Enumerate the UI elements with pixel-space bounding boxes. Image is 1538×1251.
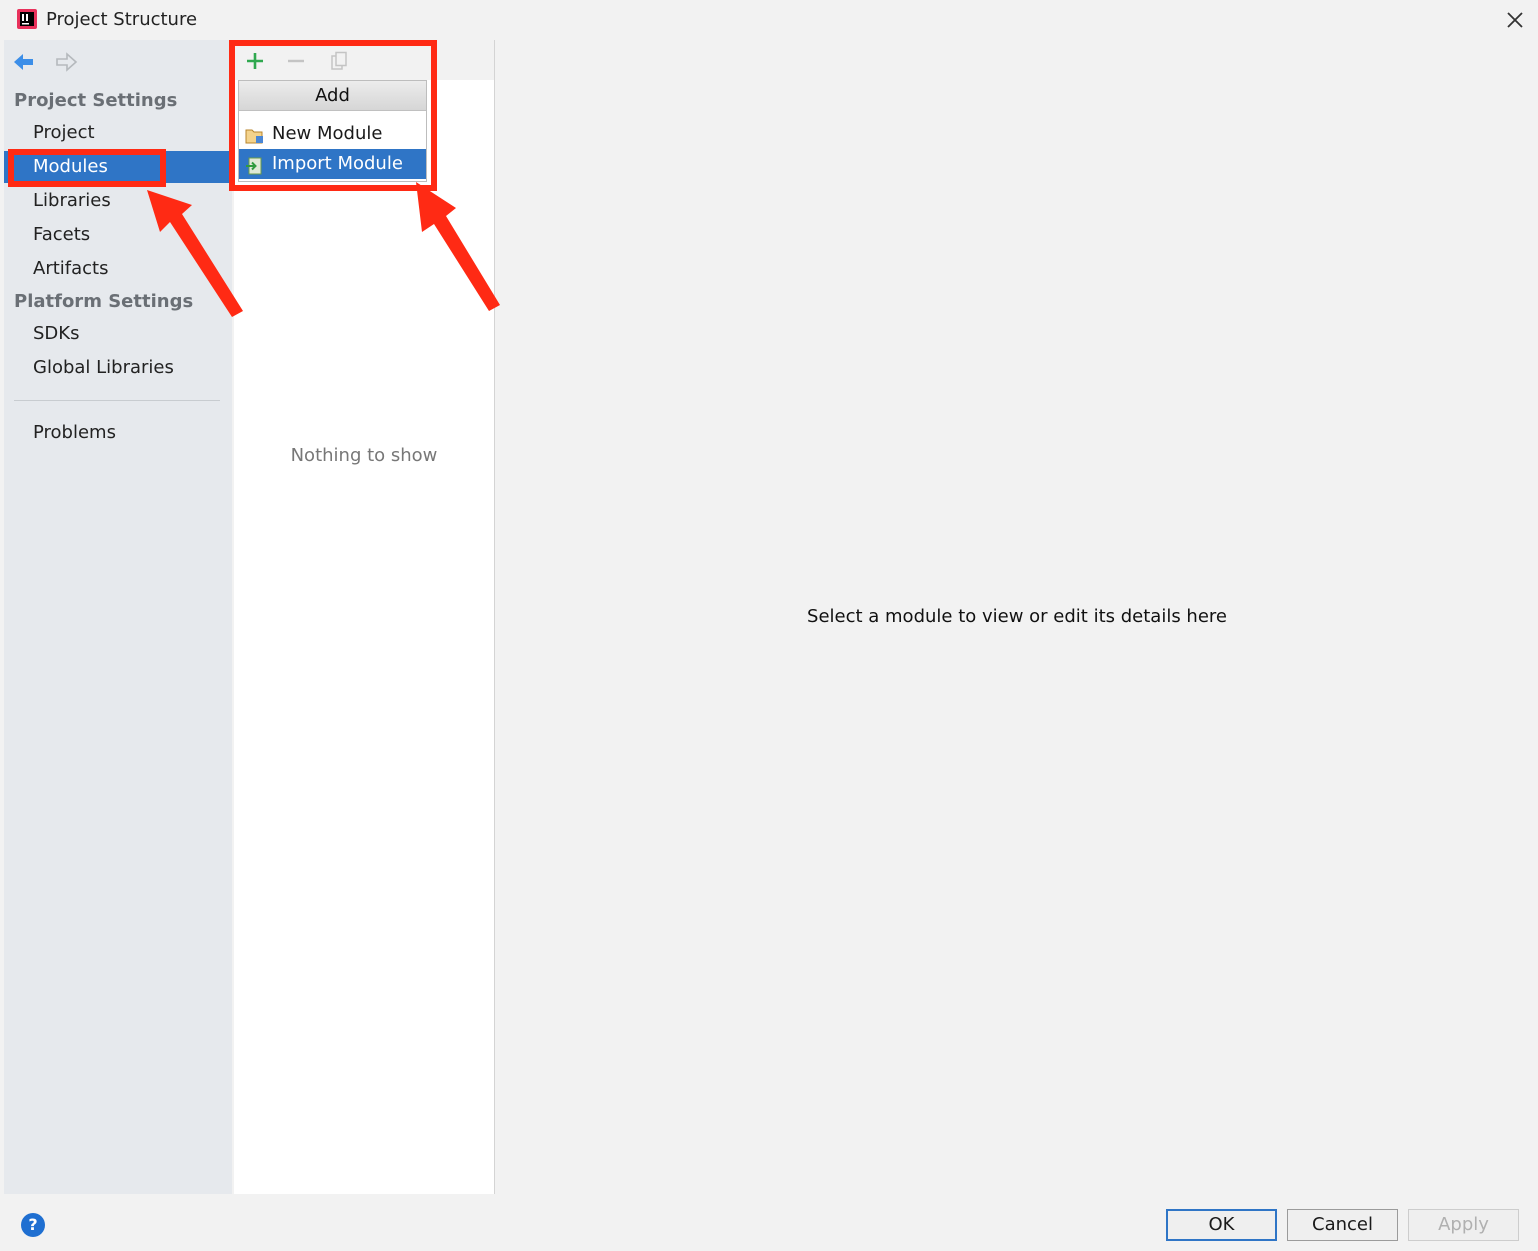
module-list [234, 80, 494, 1194]
forward-arrow-icon[interactable] [54, 52, 78, 72]
sidebar-item-libraries[interactable]: Libraries [4, 185, 232, 217]
sidebar-item-label: Facets [33, 224, 91, 245]
sidebar-item-problems[interactable]: Problems [4, 417, 232, 449]
sidebar-separator [14, 400, 220, 401]
add-popup-menu: Add New Module Import Module [238, 80, 427, 182]
section-header-project-settings: Project Settings [14, 90, 178, 111]
sidebar-item-label: Problems [33, 422, 116, 443]
sidebar-item-label: Project [33, 122, 95, 143]
plus-icon[interactable] [242, 48, 268, 74]
help-icon[interactable]: ? [21, 1213, 45, 1237]
sidebar-item-modules[interactable]: Modules [4, 151, 232, 183]
copy-icon[interactable] [326, 48, 352, 74]
close-icon[interactable] [1500, 6, 1530, 34]
module-toolbar [234, 40, 494, 80]
sidebar-item-label: Artifacts [33, 258, 109, 279]
details-placeholder: Select a module to view or edit its deta… [807, 606, 1227, 627]
new-module-folder-icon [245, 125, 265, 144]
sidebar-item-global-libraries[interactable]: Global Libraries [4, 352, 232, 384]
ok-button[interactable]: OK [1166, 1209, 1277, 1241]
menu-item-import-module[interactable]: Import Module [239, 149, 426, 179]
sidebar-item-sdks[interactable]: SDKs [4, 318, 232, 350]
minus-icon[interactable] [283, 48, 309, 74]
menu-item-new-module[interactable]: New Module [239, 119, 426, 149]
import-module-icon [245, 155, 265, 175]
back-arrow-icon[interactable] [12, 52, 36, 72]
cancel-button[interactable]: Cancel [1287, 1209, 1398, 1241]
panel-divider [494, 40, 495, 1194]
menu-item-label: Import Module [272, 153, 403, 174]
intellij-app-icon [16, 8, 38, 30]
sidebar-item-label: Global Libraries [33, 357, 174, 378]
sidebar-item-label: Modules [33, 156, 108, 177]
apply-button[interactable]: Apply [1408, 1209, 1519, 1241]
sidebar-item-label: SDKs [33, 323, 80, 344]
sidebar-item-facets[interactable]: Facets [4, 219, 232, 251]
popup-title: Add [239, 81, 426, 111]
section-header-platform-settings: Platform Settings [14, 291, 194, 312]
title-bar [0, 0, 1538, 40]
sidebar-item-project[interactable]: Project [4, 117, 232, 149]
sidebar-item-artifacts[interactable]: Artifacts [4, 253, 232, 285]
empty-list-text: Nothing to show [290, 445, 438, 466]
window-title: Project Structure [46, 9, 198, 30]
menu-item-label: New Module [272, 123, 383, 144]
sidebar-item-label: Libraries [33, 190, 111, 211]
